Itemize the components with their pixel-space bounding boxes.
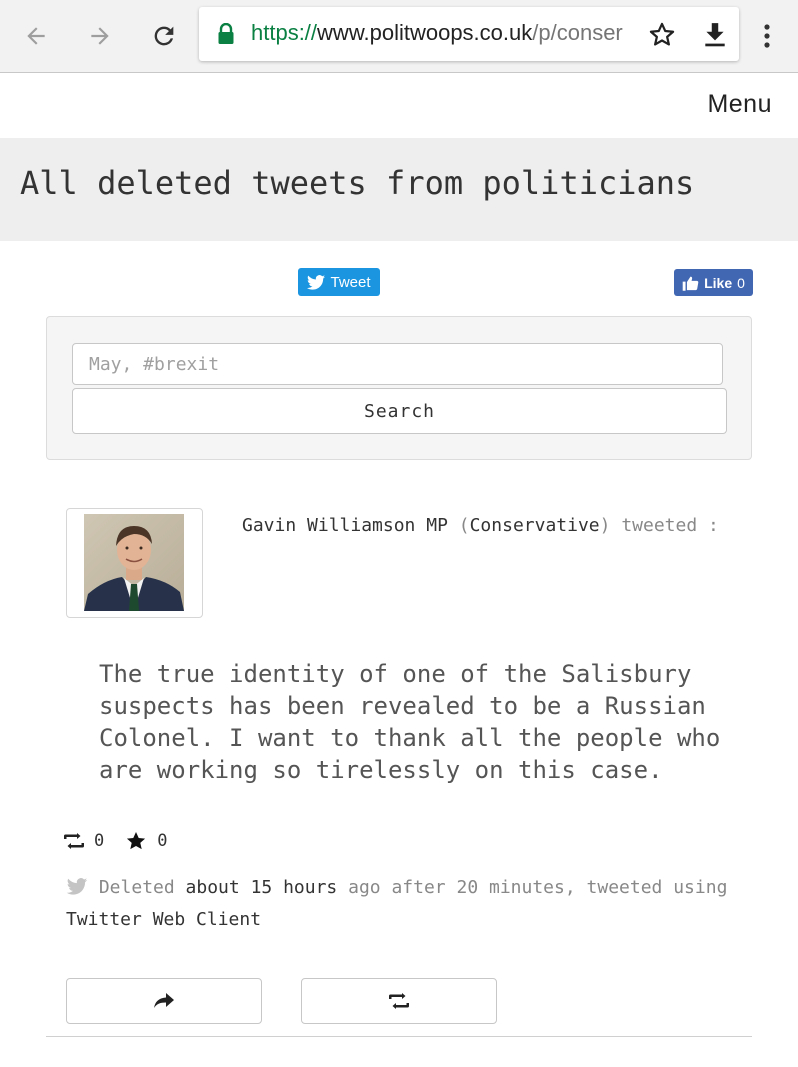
retweet-count: 0: [94, 831, 105, 851]
share-button[interactable]: [66, 978, 262, 1024]
tweet-stats: 0 0: [62, 826, 168, 856]
url-path: /p/conser: [532, 20, 623, 45]
twitter-bird-icon: [307, 274, 326, 290]
search-input[interactable]: [72, 343, 723, 385]
back-arrow-icon: [27, 27, 45, 45]
more-vert-icon[interactable]: [760, 22, 774, 50]
tweet-share-button[interactable]: Tweet: [298, 268, 380, 296]
retweet-icon: [64, 833, 84, 849]
browser-toolbar: https://www.politwoops.co.uk/p/conser: [0, 0, 798, 73]
party-close: ): [599, 515, 611, 536]
forward-button[interactable]: [82, 18, 118, 54]
tweeted-label: tweeted: [621, 515, 698, 536]
reload-button[interactable]: [146, 18, 182, 54]
back-button[interactable]: [18, 18, 54, 54]
tweet-divider: [46, 1036, 752, 1037]
tweet-party[interactable]: Conservative: [470, 515, 600, 536]
lock-icon: [218, 23, 234, 44]
meta-client: Twitter Web Client: [66, 909, 262, 930]
reload-icon: [154, 26, 174, 46]
address-bar[interactable]: https://www.politwoops.co.uk/p/conser: [199, 7, 739, 61]
star-icon: [127, 831, 146, 849]
meta-deleted: Deleted: [98, 877, 175, 898]
thumbs-up-icon: [682, 276, 699, 291]
like-label: Like: [704, 274, 733, 291]
url-scheme: https://: [251, 20, 318, 45]
avatar[interactable]: [84, 514, 184, 611]
tweet-header: Gavin Williamson MP (Conservative) tweet…: [242, 510, 742, 542]
url-text[interactable]: https://www.politwoops.co.uk/p/conser: [251, 20, 639, 46]
page-title: All deleted tweets from politicians: [20, 164, 695, 202]
like-count: 0: [737, 274, 745, 291]
retweet-icon: [389, 993, 409, 1009]
forward-arrow-icon: [91, 27, 109, 45]
url-host: www.politwoops.co.uk: [317, 20, 533, 45]
share-icon: [154, 993, 174, 1008]
meta-after: ago after 20 minutes, tweeted using: [348, 877, 728, 898]
tweet-text: The true identity of one of the Salisbur…: [99, 660, 721, 784]
meta-time-link[interactable]: about 15 hours: [186, 877, 338, 898]
tweeted-colon: :: [708, 515, 719, 536]
search-button[interactable]: Search: [72, 388, 727, 434]
menu-link[interactable]: Menu: [707, 90, 772, 119]
tweet-meta: Deleted about 15 hours ago after 20 minu…: [66, 872, 746, 936]
facebook-like-button[interactable]: Like 0: [674, 269, 753, 296]
twitter-bird-icon: [66, 878, 88, 895]
party-open: (: [458, 515, 470, 536]
tweet-author[interactable]: Gavin Williamson MP: [242, 515, 448, 536]
download-icon[interactable]: [702, 21, 728, 49]
favorite-count: 0: [157, 831, 168, 851]
tweet-share-label: Tweet: [330, 273, 371, 291]
retweet-button[interactable]: [301, 978, 497, 1024]
star-bookmark-icon[interactable]: [648, 21, 676, 49]
